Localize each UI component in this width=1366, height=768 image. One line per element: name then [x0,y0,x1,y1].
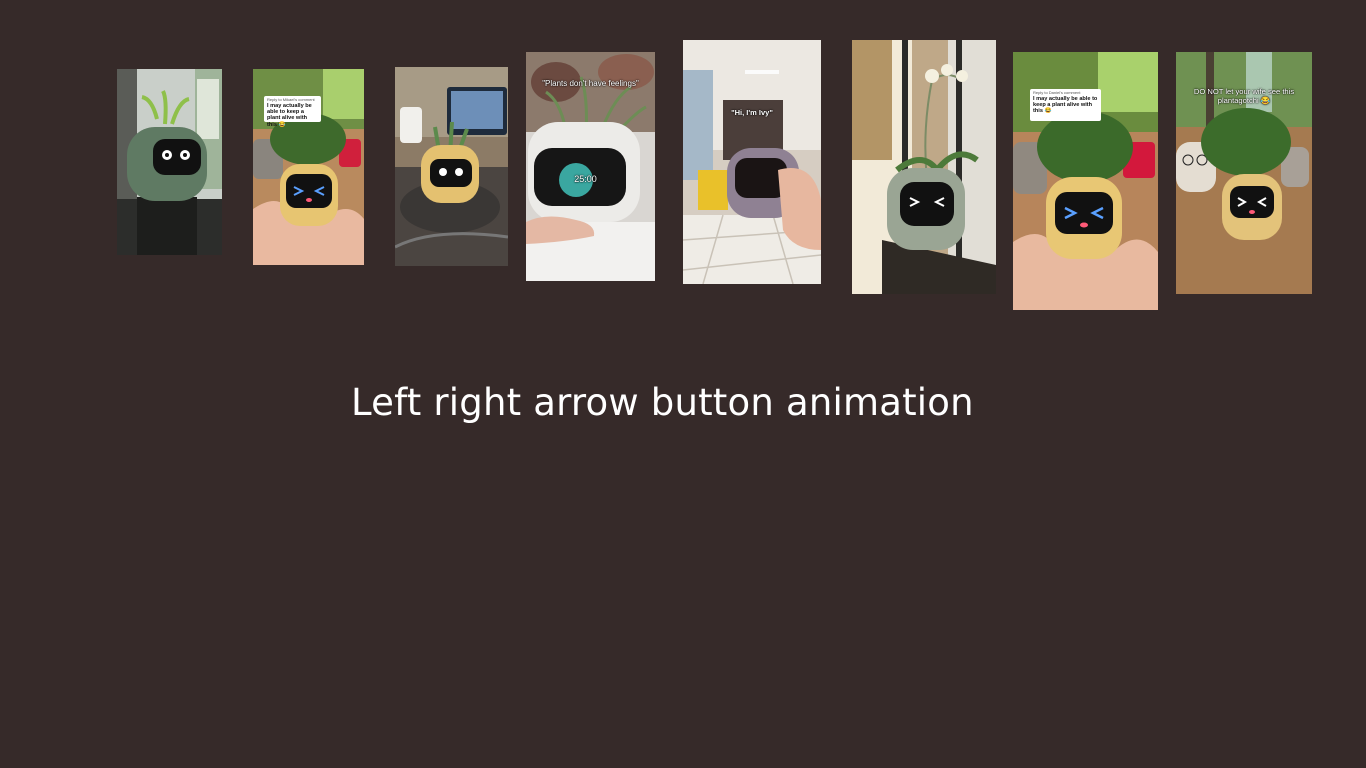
thumbnail-2-caption: Reply to Mikael's comment I may actually… [264,96,321,128]
thumbnail-6-sage-planter-orchid[interactable] [852,40,996,294]
thumbnail-1-image [117,69,222,255]
caption-main: I may actually be able to keep a plant a… [267,102,312,128]
caption-sub: Reply to Mikael's comment [267,97,315,102]
thumbnail-3-image [395,67,508,266]
caption-main: I may actually be able to keep a plant a… [1033,95,1098,115]
thumbnail-1-green-planter-robot[interactable] [117,69,222,255]
thumbnail-4-white-planter-timer[interactable]: "Plants don't have feelings" 25:00 [526,52,655,281]
thumbnail-3-yellow-planter-on-desk[interactable] [395,67,508,266]
thumbnail-2-yellow-planter-in-hand[interactable]: Reply to Mikael's comment I may actually… [253,69,364,265]
page-heading: Left right arrow button animation [351,381,974,424]
thumbnail-6-image [852,40,996,294]
thumbnail-5-overlay-text: "Hi, I'm Ivy" [731,108,773,117]
thumbnail-7-caption: Reply to Daniel's comment I may actually… [1030,89,1101,121]
thumbnail-8-yellow-planter-table[interactable]: DO NOT let your wife see this plantagotc… [1176,52,1312,294]
thumbnail-5-image [683,40,821,284]
thumbnail-4-timer-readout: 25:00 [574,174,597,184]
thumbnail-8-overlay-text: DO NOT let your wife see this plantagotc… [1193,87,1295,106]
thumbnail-7-yellow-planter-coffee-plant[interactable]: Reply to Daniel's comment I may actually… [1013,52,1158,310]
thumbnail-5-lilac-planter-kitchen[interactable]: "Hi, I'm Ivy" [683,40,821,284]
thumbnail-4-overlay-text: "Plants don't have feelings" [542,79,639,88]
